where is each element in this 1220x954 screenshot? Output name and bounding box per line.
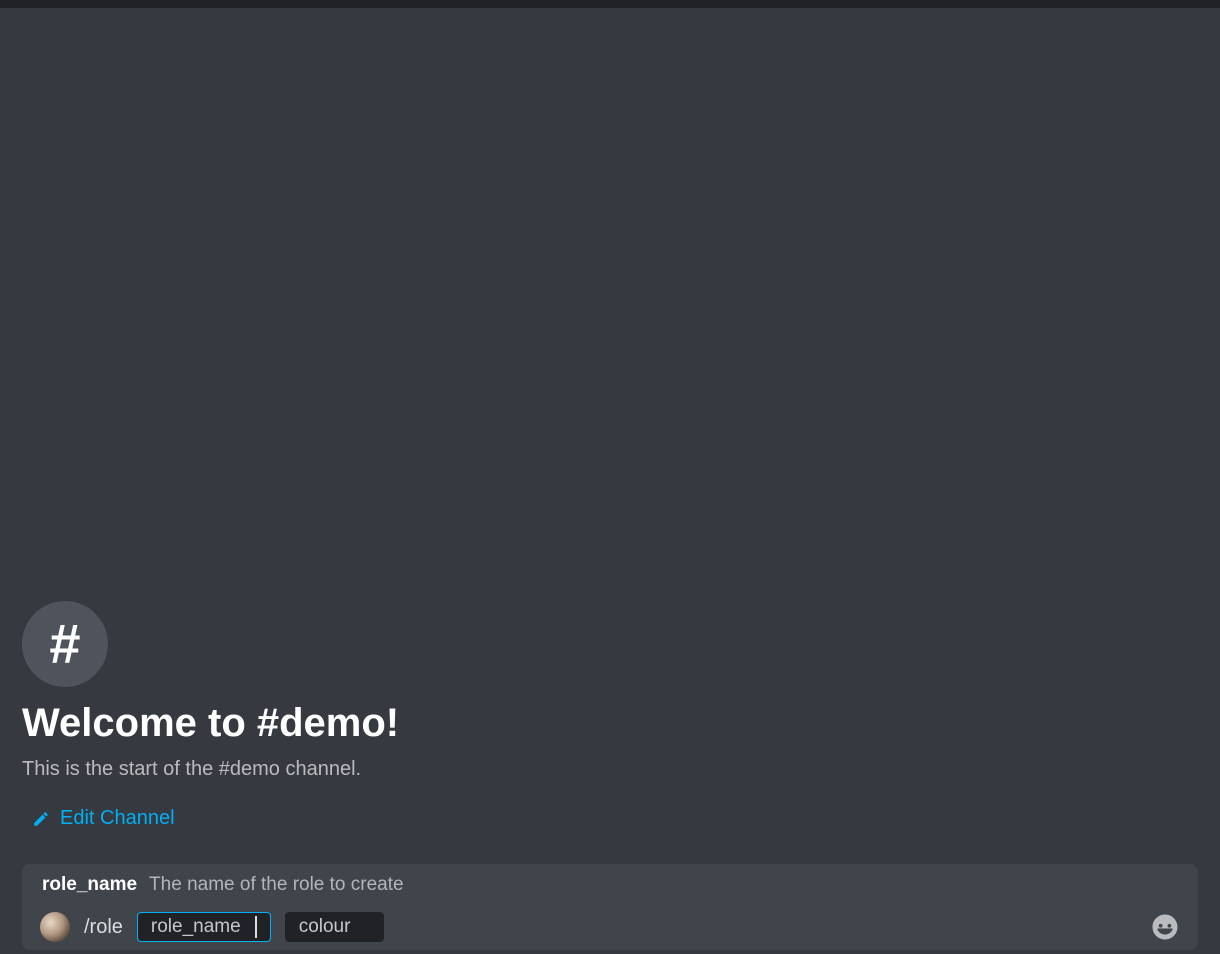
window-top-strip — [0, 0, 1220, 8]
channel-hash-icon: # — [22, 601, 108, 687]
hint-arg-description: The name of the role to create — [149, 874, 404, 896]
arg-label: colour — [299, 916, 351, 938]
text-cursor — [255, 916, 257, 938]
arg-pill-colour[interactable]: colour — [285, 912, 385, 942]
composer-input-row[interactable]: /role role_name colour — [22, 906, 1198, 950]
emoji-picker-button[interactable] — [1150, 912, 1180, 942]
arg-label: role_name — [151, 916, 241, 938]
welcome-title: Welcome to #demo! — [22, 701, 1198, 746]
command-hint-bar: role_name The name of the role to create — [22, 864, 1198, 906]
edit-channel-label: Edit Channel — [60, 807, 175, 830]
arg-pill-role-name[interactable]: role_name — [137, 912, 271, 942]
bot-avatar — [40, 912, 70, 942]
channel-welcome-block: # Welcome to #demo! This is the start of… — [22, 601, 1198, 834]
edit-channel-button[interactable]: Edit Channel — [22, 803, 185, 834]
emoji-smile-icon — [1150, 929, 1180, 946]
command-name: /role — [84, 916, 123, 939]
hash-symbol: # — [49, 616, 80, 672]
welcome-subtitle: This is the start of the #demo channel. — [22, 758, 1198, 781]
hint-arg-name: role_name — [42, 874, 137, 896]
pencil-icon — [32, 810, 50, 828]
channel-main-area: # Welcome to #demo! This is the start of… — [0, 8, 1220, 954]
message-composer: role_name The name of the role to create… — [22, 864, 1198, 950]
